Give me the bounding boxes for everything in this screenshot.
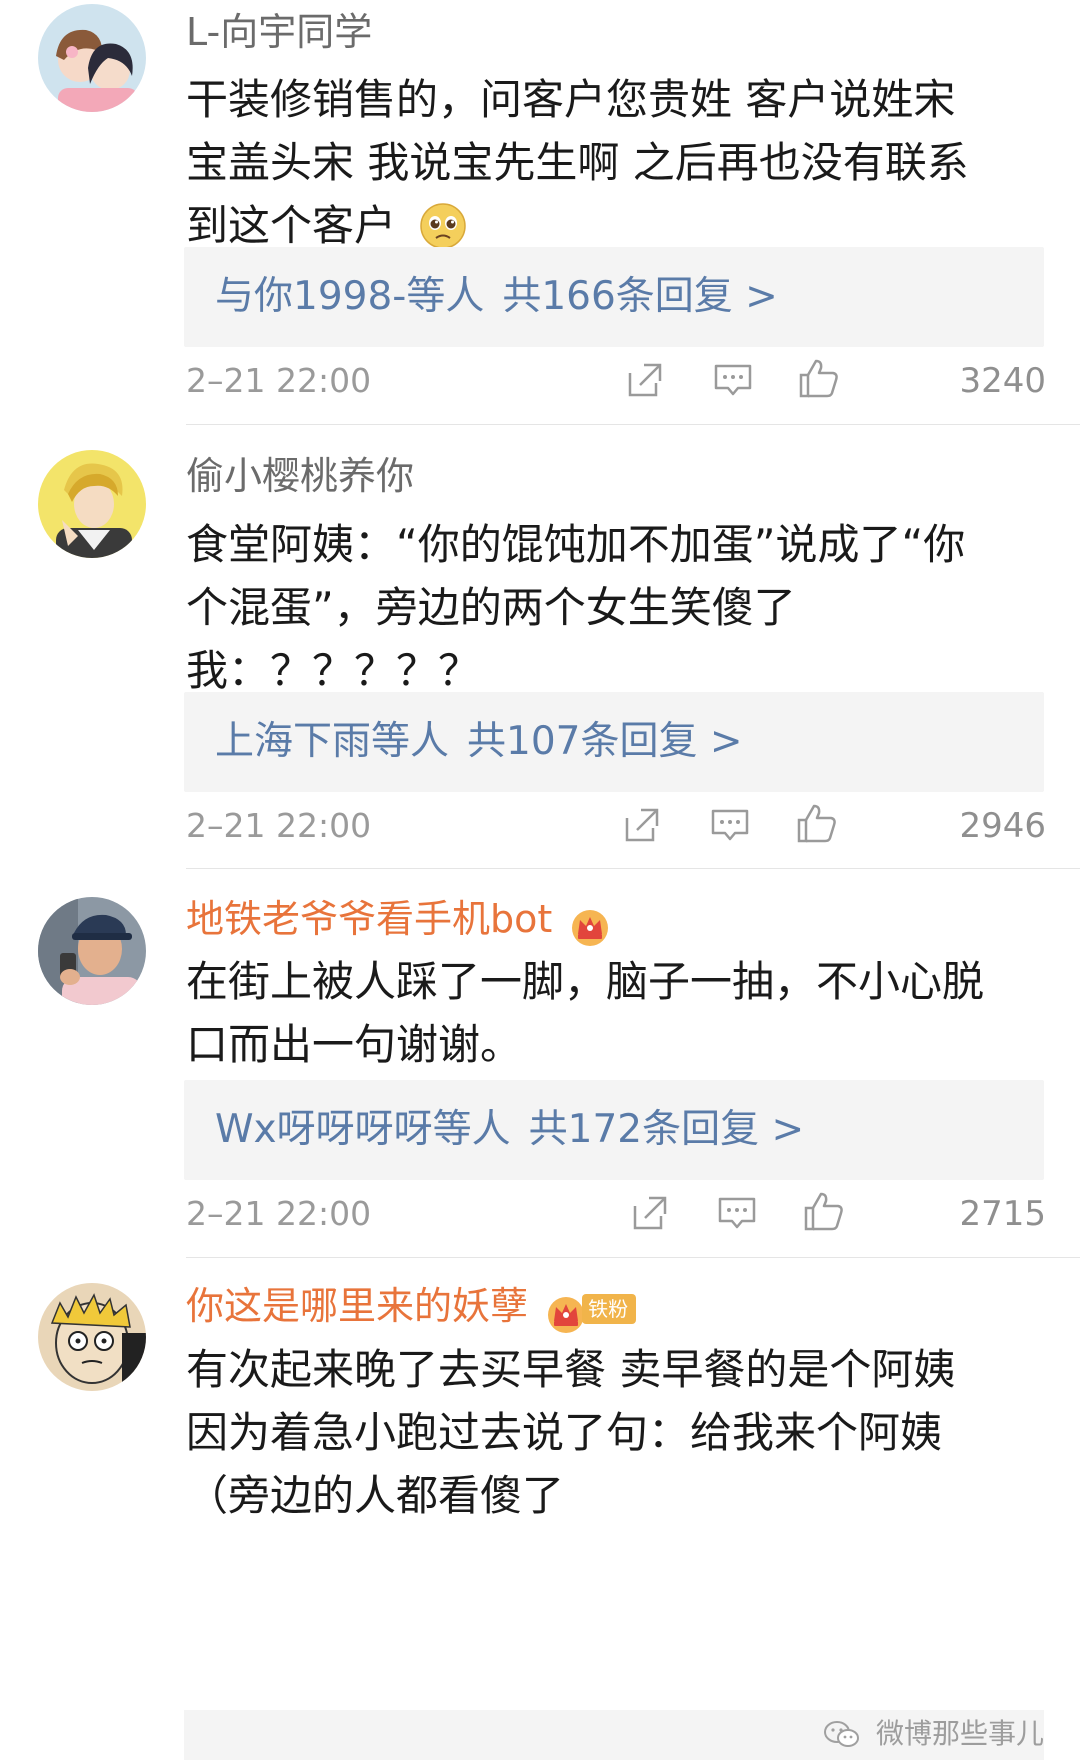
comment-meta: 2–21 22:00 2715 [186, 1189, 1046, 1239]
comment-text-line: 食堂阿姨：“你的馄饨加不加蛋”说成了“你 [186, 520, 966, 569]
comment-text-line: 个混蛋”，旁边的两个女生笑傻了 [186, 583, 796, 632]
reply-users: 与你1998-等人 [215, 274, 485, 319]
comment-text: 在街上被人踩了一脚，脑子一抽，不小心脱 口而出一句谢谢。 [186, 950, 1046, 1076]
timestamp: 2–21 22:00 [186, 361, 372, 400]
reply-link[interactable]: Wx呀呀呀呀等人 共172条回复 > [215, 1106, 822, 1154]
reply-summary[interactable]: Wx呀呀呀呀等人 共172条回复 > [184, 1080, 1044, 1180]
comment-text-line: 口而出一句谢谢。 [186, 1020, 523, 1069]
comment-meta: 2–21 22:00 3240 [186, 356, 1046, 406]
like-icon[interactable] [796, 802, 838, 848]
username-text: 你这是哪里来的妖孽 [186, 1284, 529, 1328]
divider [186, 1257, 1080, 1258]
watermark: 微博那些事儿 [823, 1714, 1044, 1754]
reply-summary[interactable]: 与你1998-等人 共166条回复 > [184, 247, 1044, 347]
comment-text-line: 干装修销售的，问客户您贵姓 客户说姓宋 [186, 75, 956, 124]
like-icon[interactable] [798, 357, 840, 403]
reply-count: 共166条回复 > [502, 274, 778, 319]
share-icon[interactable] [623, 806, 661, 848]
watermark-text: 微博那些事儿 [875, 1717, 1044, 1750]
avatar[interactable] [38, 1283, 146, 1391]
reply-users: 上海下雨等人 [215, 719, 450, 764]
vip-crown-icon [546, 1288, 586, 1336]
like-count: 2715 [959, 1194, 1046, 1234]
timestamp: 2–21 22:00 [186, 1194, 372, 1233]
username[interactable]: 偷小樱桃养你 [186, 452, 414, 500]
fan-badge: 铁粉 [582, 1293, 637, 1324]
avatar[interactable] [38, 897, 146, 1005]
comment-icon[interactable] [718, 1194, 756, 1236]
divider [186, 868, 1080, 869]
reply-users: Wx呀呀呀呀等人 [215, 1107, 511, 1152]
reply-link[interactable]: 上海下雨等人 共107条回复 > [215, 718, 761, 766]
comment-meta: 2–21 22:00 2946 [186, 801, 1046, 851]
wechat-icon [823, 1717, 876, 1750]
reply-summary[interactable]: 上海下雨等人 共107条回复 > [184, 692, 1044, 792]
avatar[interactable] [38, 4, 146, 112]
comment-text-line: （旁边的人都看傻了 [186, 1471, 565, 1520]
like-count: 3240 [959, 361, 1046, 401]
comment-text: 食堂阿姨：“你的馄饨加不加蛋”说成了“你 个混蛋”，旁边的两个女生笑傻了 我：？… [186, 513, 1046, 702]
like-icon[interactable] [803, 1190, 845, 1236]
share-icon[interactable] [631, 1194, 669, 1236]
avatar[interactable] [38, 450, 146, 558]
comment-icon[interactable] [714, 361, 752, 403]
share-icon[interactable] [626, 361, 664, 403]
like-count: 2946 [959, 806, 1046, 846]
reply-count: 共172条回复 > [528, 1107, 805, 1152]
comment-text: 有次起来晚了去买早餐 卖早餐的是个阿姨 因为着急小跑过去说了句：给我来个阿姨 （… [186, 1338, 1046, 1527]
comment-text-line: 在街上被人踩了一脚，脑子一抽，不小心脱 [186, 957, 985, 1006]
comment-text-line: 因为着急小跑过去说了句：给我来个阿姨 [186, 1408, 943, 1457]
username-text: 地铁老爷爷看手机bot [186, 897, 553, 941]
username[interactable]: L-向宇同学 [186, 8, 372, 56]
username[interactable]: 地铁老爷爷看手机bot [186, 895, 610, 949]
reply-link[interactable]: 与你1998-等人 共166条回复 > [215, 273, 796, 321]
comment-text-segment: 到这个客户 [186, 201, 397, 250]
comment-icon[interactable] [711, 806, 749, 848]
username[interactable]: 你这是哪里来的妖孽 铁粉 [186, 1282, 637, 1336]
divider [186, 424, 1080, 425]
comment-text-line: 有次起来晚了去买早餐 卖早餐的是个阿姨 [186, 1345, 956, 1394]
comment-text: 干装修销售的，问客户您贵姓 客户说姓宋 宝盖头宋 我说宝先生啊 之后再也没有联系… [186, 68, 1046, 267]
vip-crown-icon [570, 901, 610, 949]
comment-text-line: 宝盖头宋 我说宝先生啊 之后再也没有联系 [186, 138, 969, 187]
reply-count: 共107条回复 > [467, 719, 743, 764]
timestamp: 2–21 22:00 [186, 806, 372, 845]
